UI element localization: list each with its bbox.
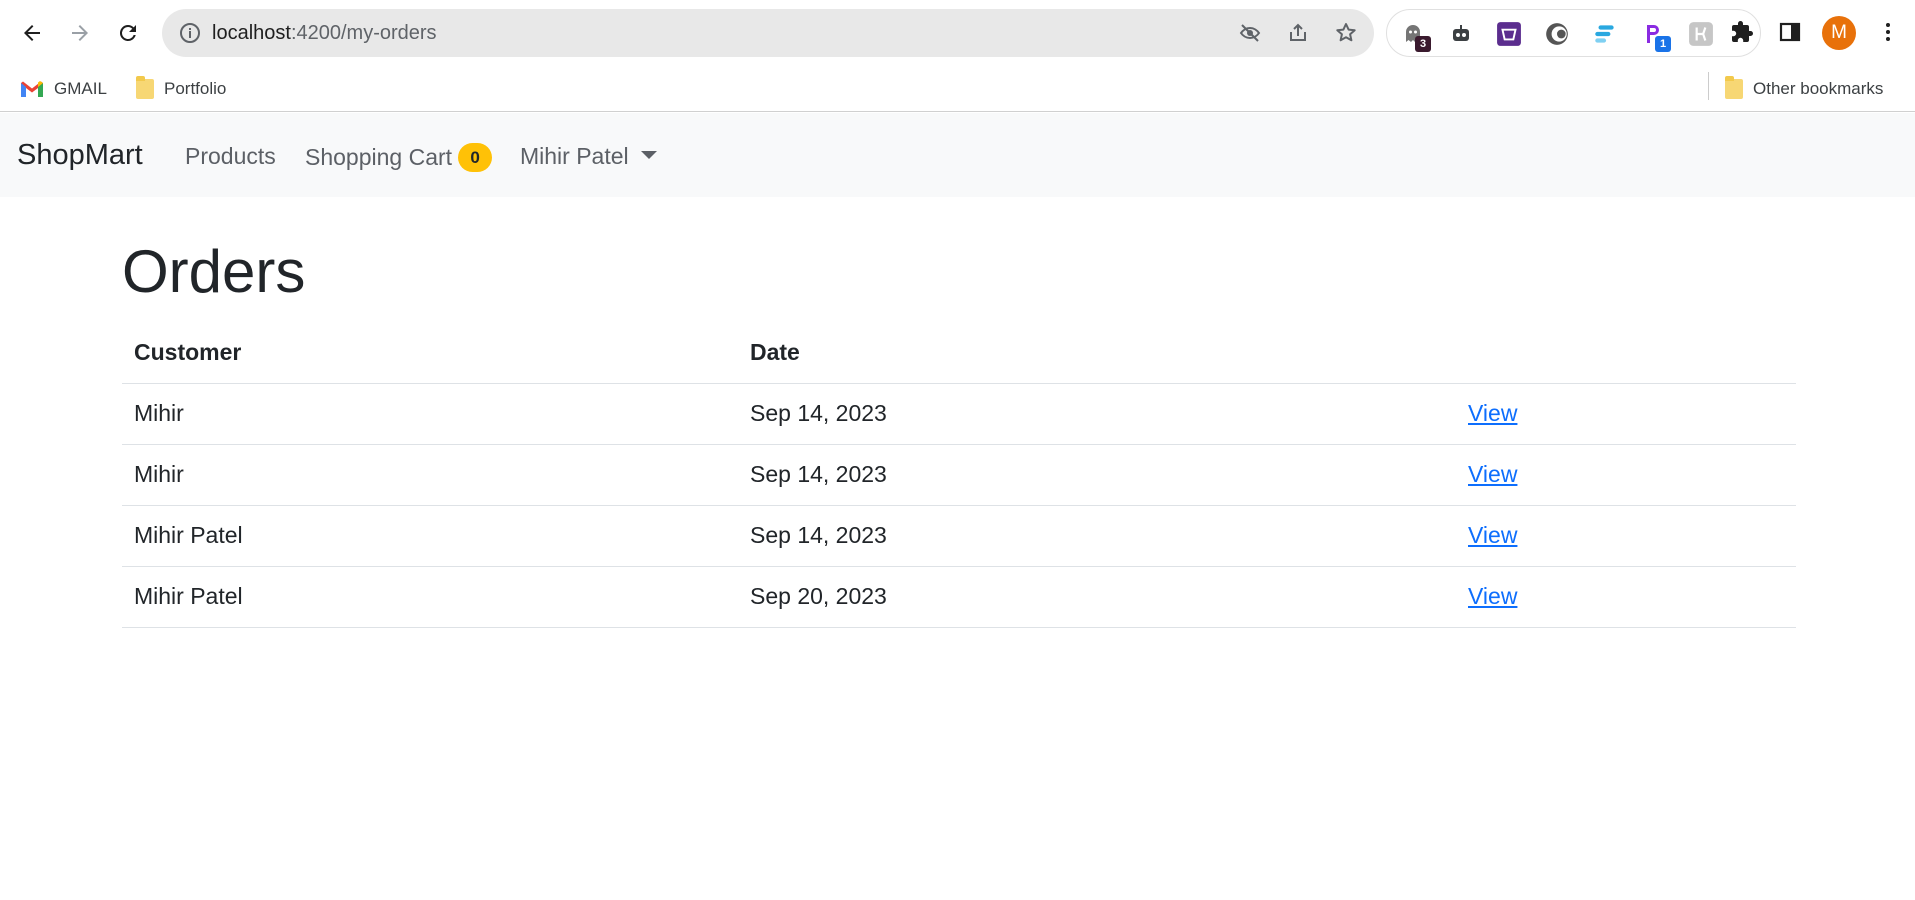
view-order-link[interactable]: View xyxy=(1468,583,1517,609)
address-bar[interactable]: localhost:4200/my-orders xyxy=(162,9,1374,57)
column-header-date: Date xyxy=(738,322,1456,384)
bookmarks-separator xyxy=(1708,72,1709,100)
profile-avatar[interactable]: M xyxy=(1822,16,1856,50)
table-header-row: Customer Date xyxy=(122,322,1796,384)
forward-button[interactable] xyxy=(60,13,100,53)
action-cell: View xyxy=(1456,444,1796,506)
browser-toolbar: localhost:4200/my-orders 3 1 M xyxy=(0,0,1915,66)
action-cell: View xyxy=(1456,505,1796,567)
ghost-extension-icon[interactable]: 3 xyxy=(1399,20,1431,52)
extensions-puzzle-icon[interactable] xyxy=(1728,18,1756,46)
reload-icon xyxy=(119,24,136,41)
column-header-action xyxy=(1456,322,1796,384)
basket-extension-icon[interactable] xyxy=(1495,20,1523,48)
app-navbar: ShopMart Products Shopping Cart 0 Mihir P… xyxy=(0,113,1915,197)
column-header-customer: Customer xyxy=(122,322,738,384)
url-host: localhost xyxy=(212,22,291,44)
cart-count-badge: 0 xyxy=(458,143,493,172)
bookmarks-bar: GMAIL Portfolio Other bookmarks xyxy=(0,66,1915,112)
nav-products[interactable]: Products xyxy=(185,143,276,170)
back-button[interactable] xyxy=(12,13,52,53)
bookmark-portfolio[interactable]: Portfolio xyxy=(136,76,226,102)
wave-extension-icon[interactable] xyxy=(1543,20,1571,48)
customer-cell: Mihir Patel xyxy=(122,505,738,567)
reload-button[interactable] xyxy=(108,13,148,53)
nav-shopping-cart[interactable]: Shopping Cart 0 xyxy=(305,143,493,172)
extensions-group: 3 1 xyxy=(1386,9,1761,57)
robot-extension-icon[interactable] xyxy=(1447,20,1475,48)
share-icon[interactable] xyxy=(1286,21,1310,45)
nav-user-dropdown[interactable]: Mihir Patel xyxy=(520,143,657,170)
view-order-link[interactable]: View xyxy=(1468,461,1517,487)
brand-logo[interactable]: ShopMart xyxy=(17,139,143,172)
extension-badge: 1 xyxy=(1655,36,1671,52)
customer-cell: Mihir Patel xyxy=(122,566,738,628)
bookmark-gmail[interactable]: GMAIL xyxy=(20,76,107,102)
bookmark-other[interactable]: Other bookmarks xyxy=(1725,76,1883,102)
url-text[interactable]: localhost:4200/my-orders xyxy=(212,21,437,45)
bars-extension-icon[interactable] xyxy=(1591,20,1619,48)
gray-extension-icon[interactable] xyxy=(1687,20,1715,48)
date-cell: Sep 14, 2023 xyxy=(738,383,1456,445)
arrow-left-icon xyxy=(24,25,40,41)
star-icon[interactable] xyxy=(1334,21,1358,45)
customer-cell: Mihir xyxy=(122,383,738,445)
folder-icon xyxy=(136,76,154,99)
info-icon[interactable] xyxy=(178,21,202,45)
folder-icon xyxy=(1725,76,1743,99)
page-title: Orders xyxy=(122,238,306,305)
date-cell: Sep 20, 2023 xyxy=(738,566,1456,628)
eye-off-icon[interactable] xyxy=(1238,21,1262,45)
table-row: Mihir Patel Sep 14, 2023 View xyxy=(122,505,1796,567)
p-extension-icon[interactable]: 1 xyxy=(1639,20,1671,52)
table-row: Mihir Sep 14, 2023 View xyxy=(122,383,1796,445)
view-order-link[interactable]: View xyxy=(1468,522,1517,548)
table-row: Mihir Sep 14, 2023 View xyxy=(122,444,1796,506)
url-path: :4200/my-orders xyxy=(290,22,437,44)
customer-cell: Mihir xyxy=(122,444,738,506)
action-cell: View xyxy=(1456,566,1796,628)
bookmark-label: Other bookmarks xyxy=(1753,79,1884,98)
view-order-link[interactable]: View xyxy=(1468,400,1517,426)
side-panel-icon[interactable] xyxy=(1776,18,1804,46)
extension-badge: 3 xyxy=(1415,36,1431,52)
nav-user-label: Mihir Patel xyxy=(520,143,629,169)
gmail-icon xyxy=(21,81,43,97)
date-cell: Sep 14, 2023 xyxy=(738,505,1456,567)
bookmark-label: GMAIL xyxy=(54,79,107,98)
orders-table: Customer Date Mihir Sep 14, 2023 View Mi… xyxy=(122,322,1796,628)
table-row: Mihir Patel Sep 20, 2023 View xyxy=(122,566,1796,628)
action-cell: View xyxy=(1456,383,1796,445)
menu-kebab-icon[interactable] xyxy=(1874,18,1902,46)
date-cell: Sep 14, 2023 xyxy=(738,444,1456,506)
caret-down-icon xyxy=(640,151,657,159)
bookmark-label: Portfolio xyxy=(164,79,227,98)
nav-cart-label: Shopping Cart xyxy=(305,144,453,170)
arrow-right-icon xyxy=(72,25,88,41)
